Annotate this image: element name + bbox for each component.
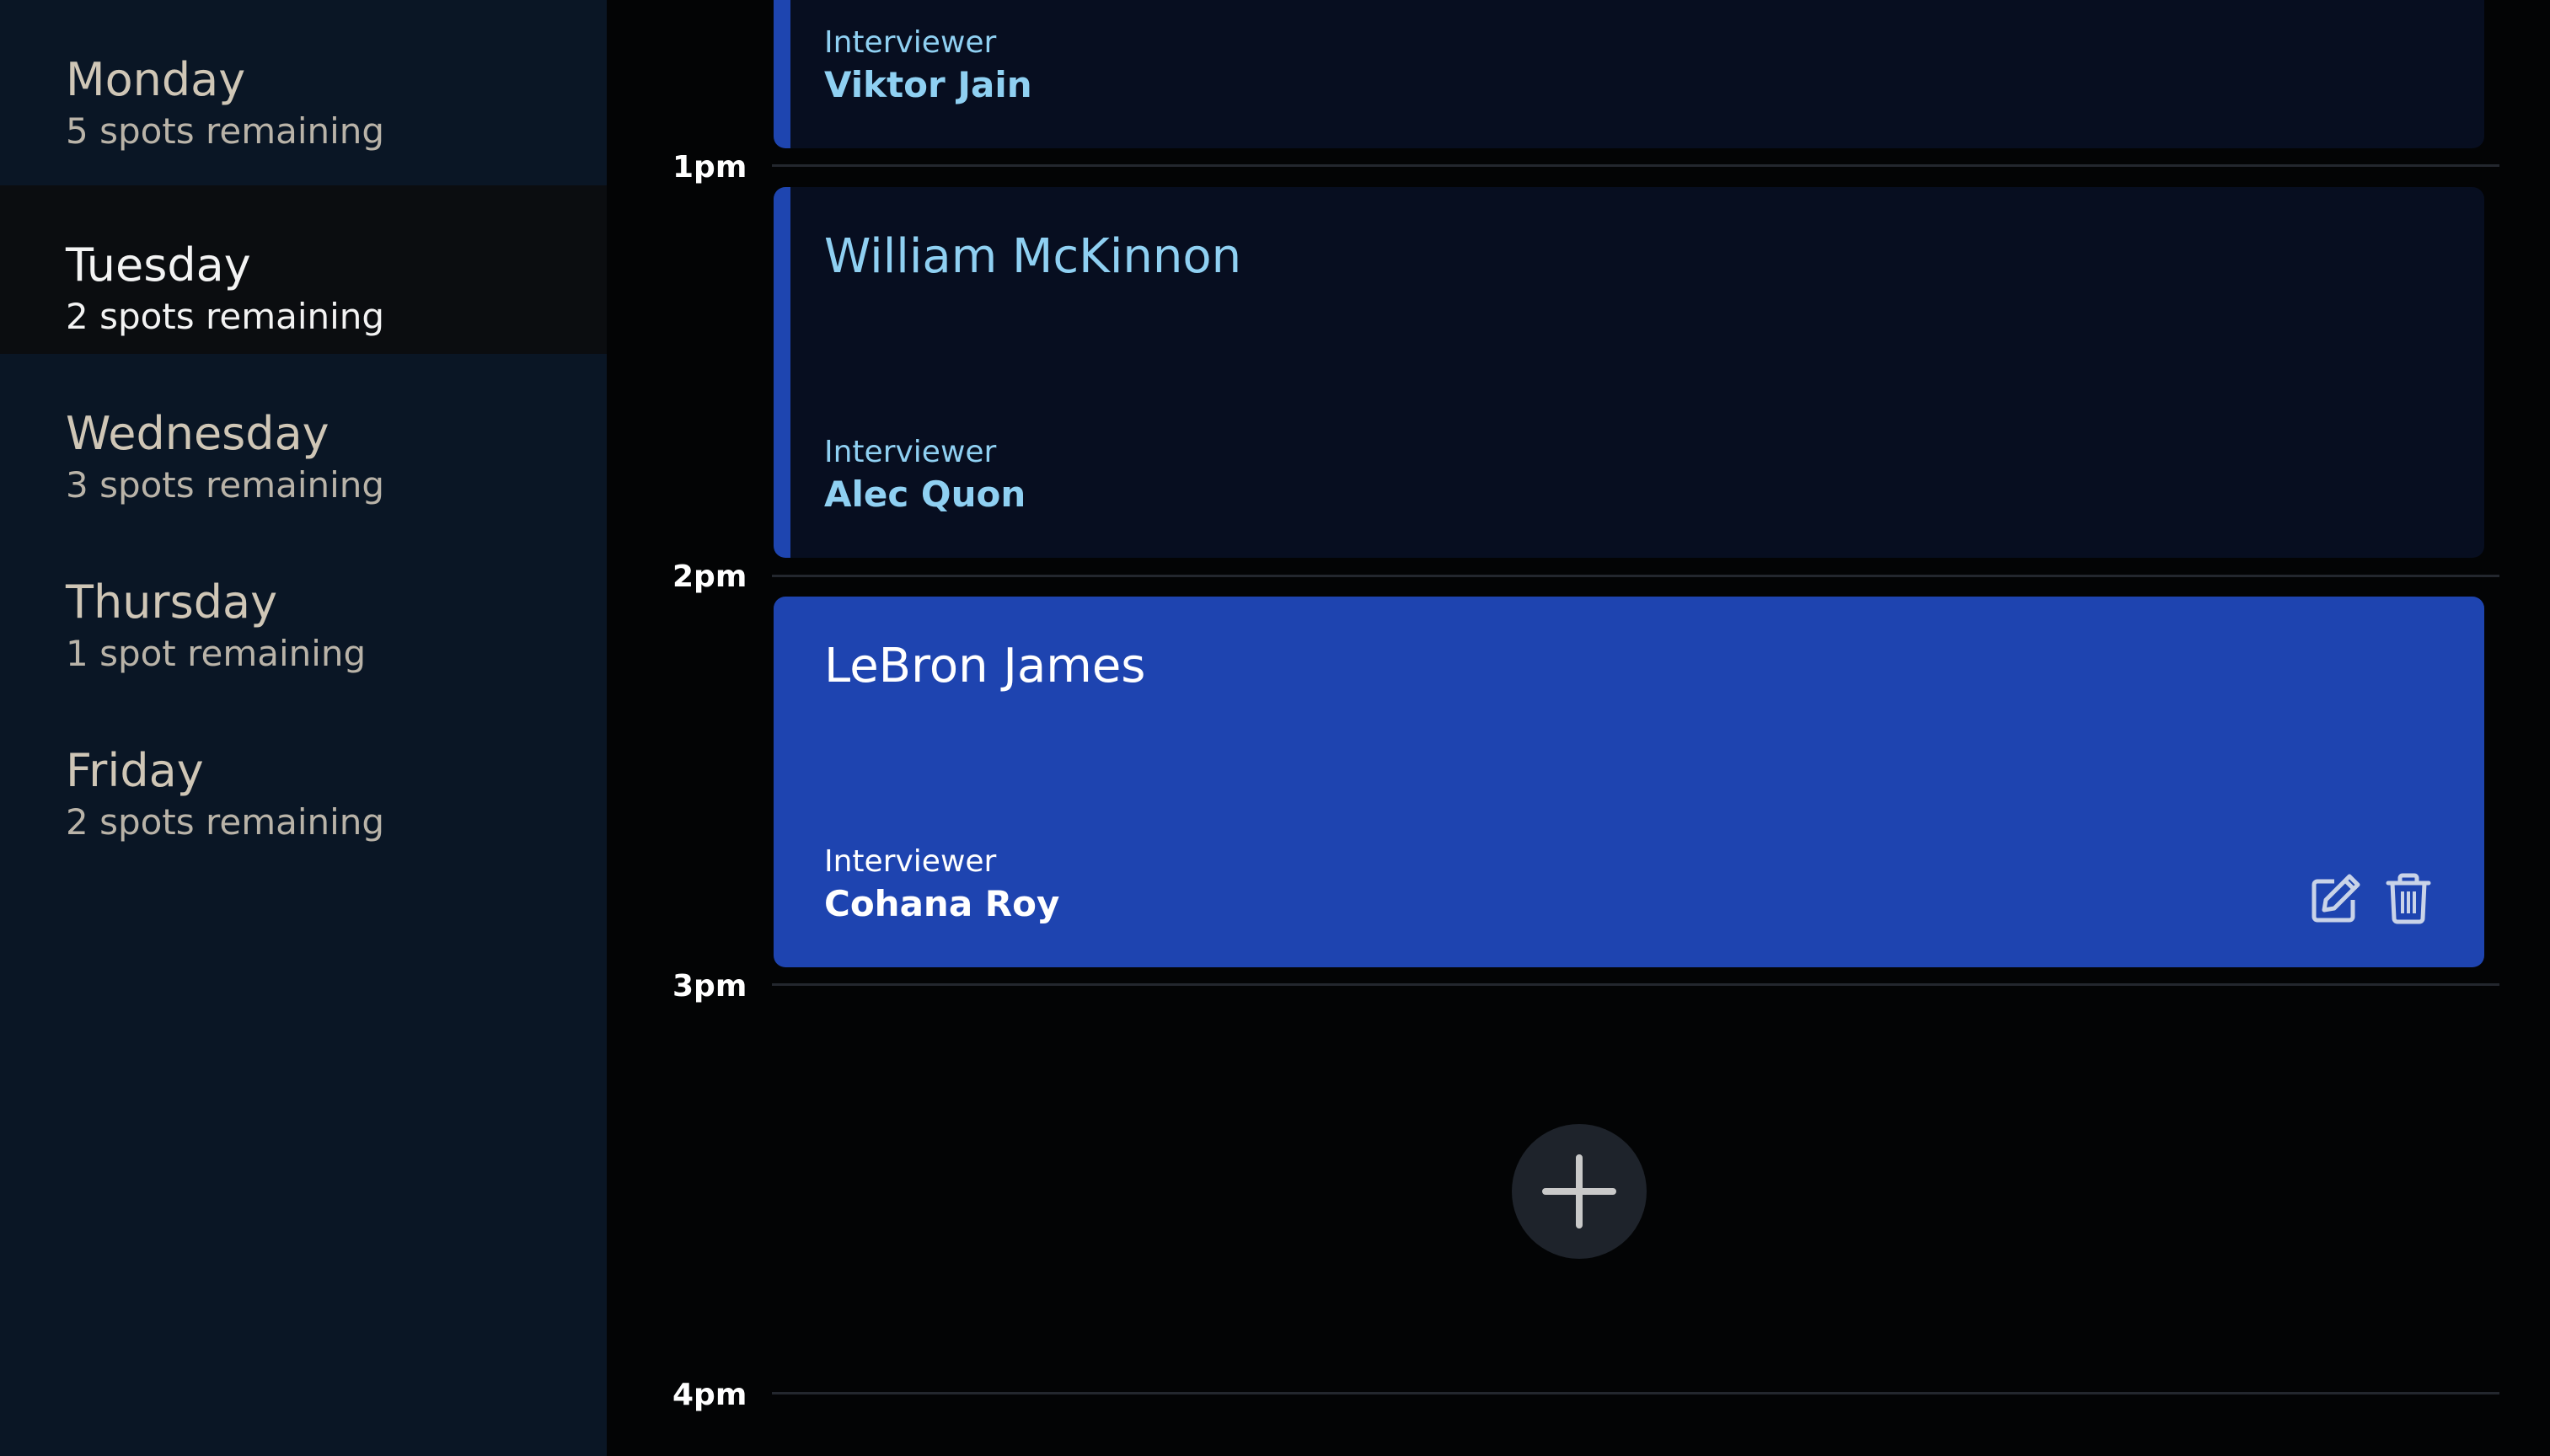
day-name: Wednesday [66, 407, 329, 460]
day-spots-remaining: 5 spots remaining [66, 110, 385, 152]
add-appointment-button[interactable] [1512, 1124, 1647, 1259]
day-name: Friday [66, 744, 204, 797]
hour-divider [772, 1392, 2499, 1394]
trash-icon[interactable] [2381, 871, 2435, 925]
day-item-monday[interactable]: Monday 5 spots remaining [0, 0, 607, 169]
interviewer-name: Viktor Jain [824, 64, 1032, 105]
appointment-card-selected[interactable]: LeBron James Interviewer Cohana Roy [774, 597, 2484, 967]
day-item-thursday[interactable]: Thursday 1 spot remaining [0, 522, 607, 691]
time-label: 1pm [672, 150, 747, 185]
student-name: LeBron James [824, 639, 1146, 693]
student-name: William McKinnon [824, 229, 1242, 284]
interviewer-name: Cohana Roy [824, 883, 1060, 924]
day-item-tuesday[interactable]: Tuesday 2 spots remaining [0, 185, 607, 354]
day-item-wednesday[interactable]: Wednesday 3 spots remaining [0, 354, 607, 522]
plus-icon [1542, 1154, 1616, 1228]
day-spots-remaining: 2 spots remaining [66, 296, 385, 337]
interviewer-name: Alec Quon [824, 474, 1026, 515]
hour-divider [772, 164, 2499, 167]
day-sidebar: Monday 5 spots remaining Tuesday 2 spots… [0, 0, 607, 1456]
interviewer-label: Interviewer [824, 844, 997, 879]
day-spots-remaining: 3 spots remaining [66, 464, 385, 506]
edit-icon[interactable] [2309, 871, 2363, 925]
scheduler-app: Monday 5 spots remaining Tuesday 2 spots… [0, 0, 2550, 1456]
day-item-friday[interactable]: Friday 2 spots remaining [0, 691, 607, 859]
hour-divider [772, 983, 2499, 986]
time-label: 4pm [672, 1378, 747, 1412]
day-name: Thursday [66, 575, 278, 629]
appointment-card[interactable]: William McKinnon Interviewer Alec Quon [774, 187, 2484, 558]
schedule-panel[interactable]: Interviewer Viktor Jain 1pm William McKi… [607, 0, 2550, 1456]
day-spots-remaining: 1 spot remaining [66, 633, 367, 674]
appointment-card[interactable]: Interviewer Viktor Jain [774, 0, 2484, 148]
time-label: 2pm [672, 559, 747, 594]
hour-divider [772, 575, 2499, 577]
interviewer-label: Interviewer [824, 25, 997, 60]
day-name: Monday [66, 53, 246, 106]
appointment-actions [2309, 871, 2435, 925]
day-spots-remaining: 2 spots remaining [66, 801, 385, 843]
time-label: 3pm [672, 969, 747, 1004]
day-name: Tuesday [66, 238, 251, 292]
interviewer-label: Interviewer [824, 435, 997, 469]
